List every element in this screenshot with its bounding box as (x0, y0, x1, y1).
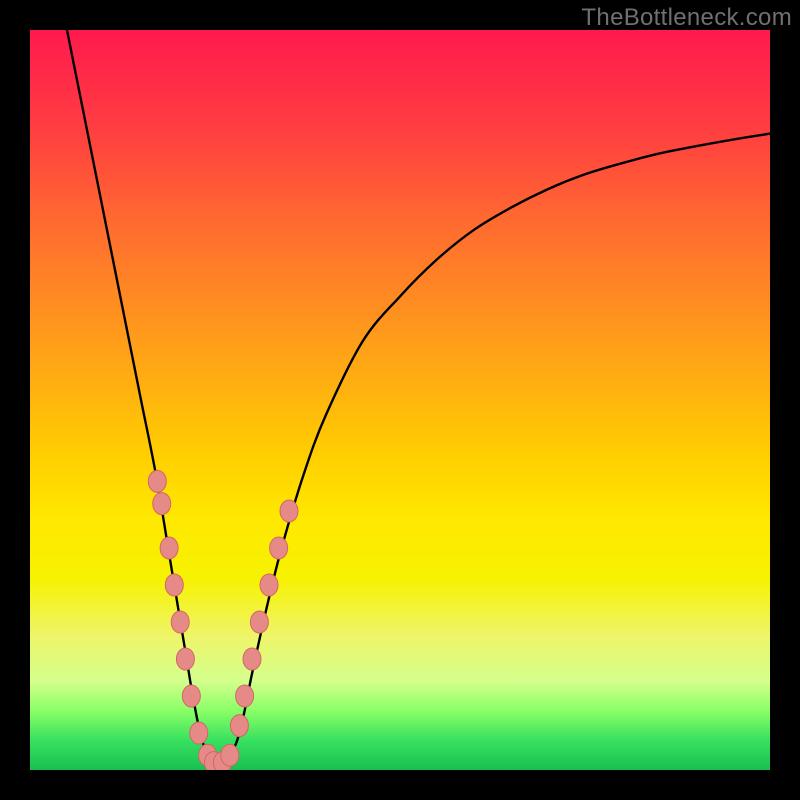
data-marker (153, 493, 171, 515)
curve-layer (30, 30, 770, 770)
data-marker (230, 715, 248, 737)
bottleneck-curve (67, 30, 770, 764)
data-marker (270, 537, 288, 559)
data-marker (165, 574, 183, 596)
data-marker (190, 722, 208, 744)
plot-area (30, 30, 770, 770)
watermark-text: TheBottleneck.com (581, 4, 792, 32)
data-marker (260, 574, 278, 596)
data-marker (171, 611, 189, 633)
data-marker (148, 470, 166, 492)
data-marker (160, 537, 178, 559)
data-marker (280, 500, 298, 522)
data-marker (250, 611, 268, 633)
data-marker (176, 648, 194, 670)
data-marker (221, 744, 239, 766)
data-markers (148, 470, 298, 770)
data-marker (243, 648, 261, 670)
chart-frame: TheBottleneck.com (0, 0, 800, 800)
data-marker (236, 685, 254, 707)
data-marker (182, 685, 200, 707)
